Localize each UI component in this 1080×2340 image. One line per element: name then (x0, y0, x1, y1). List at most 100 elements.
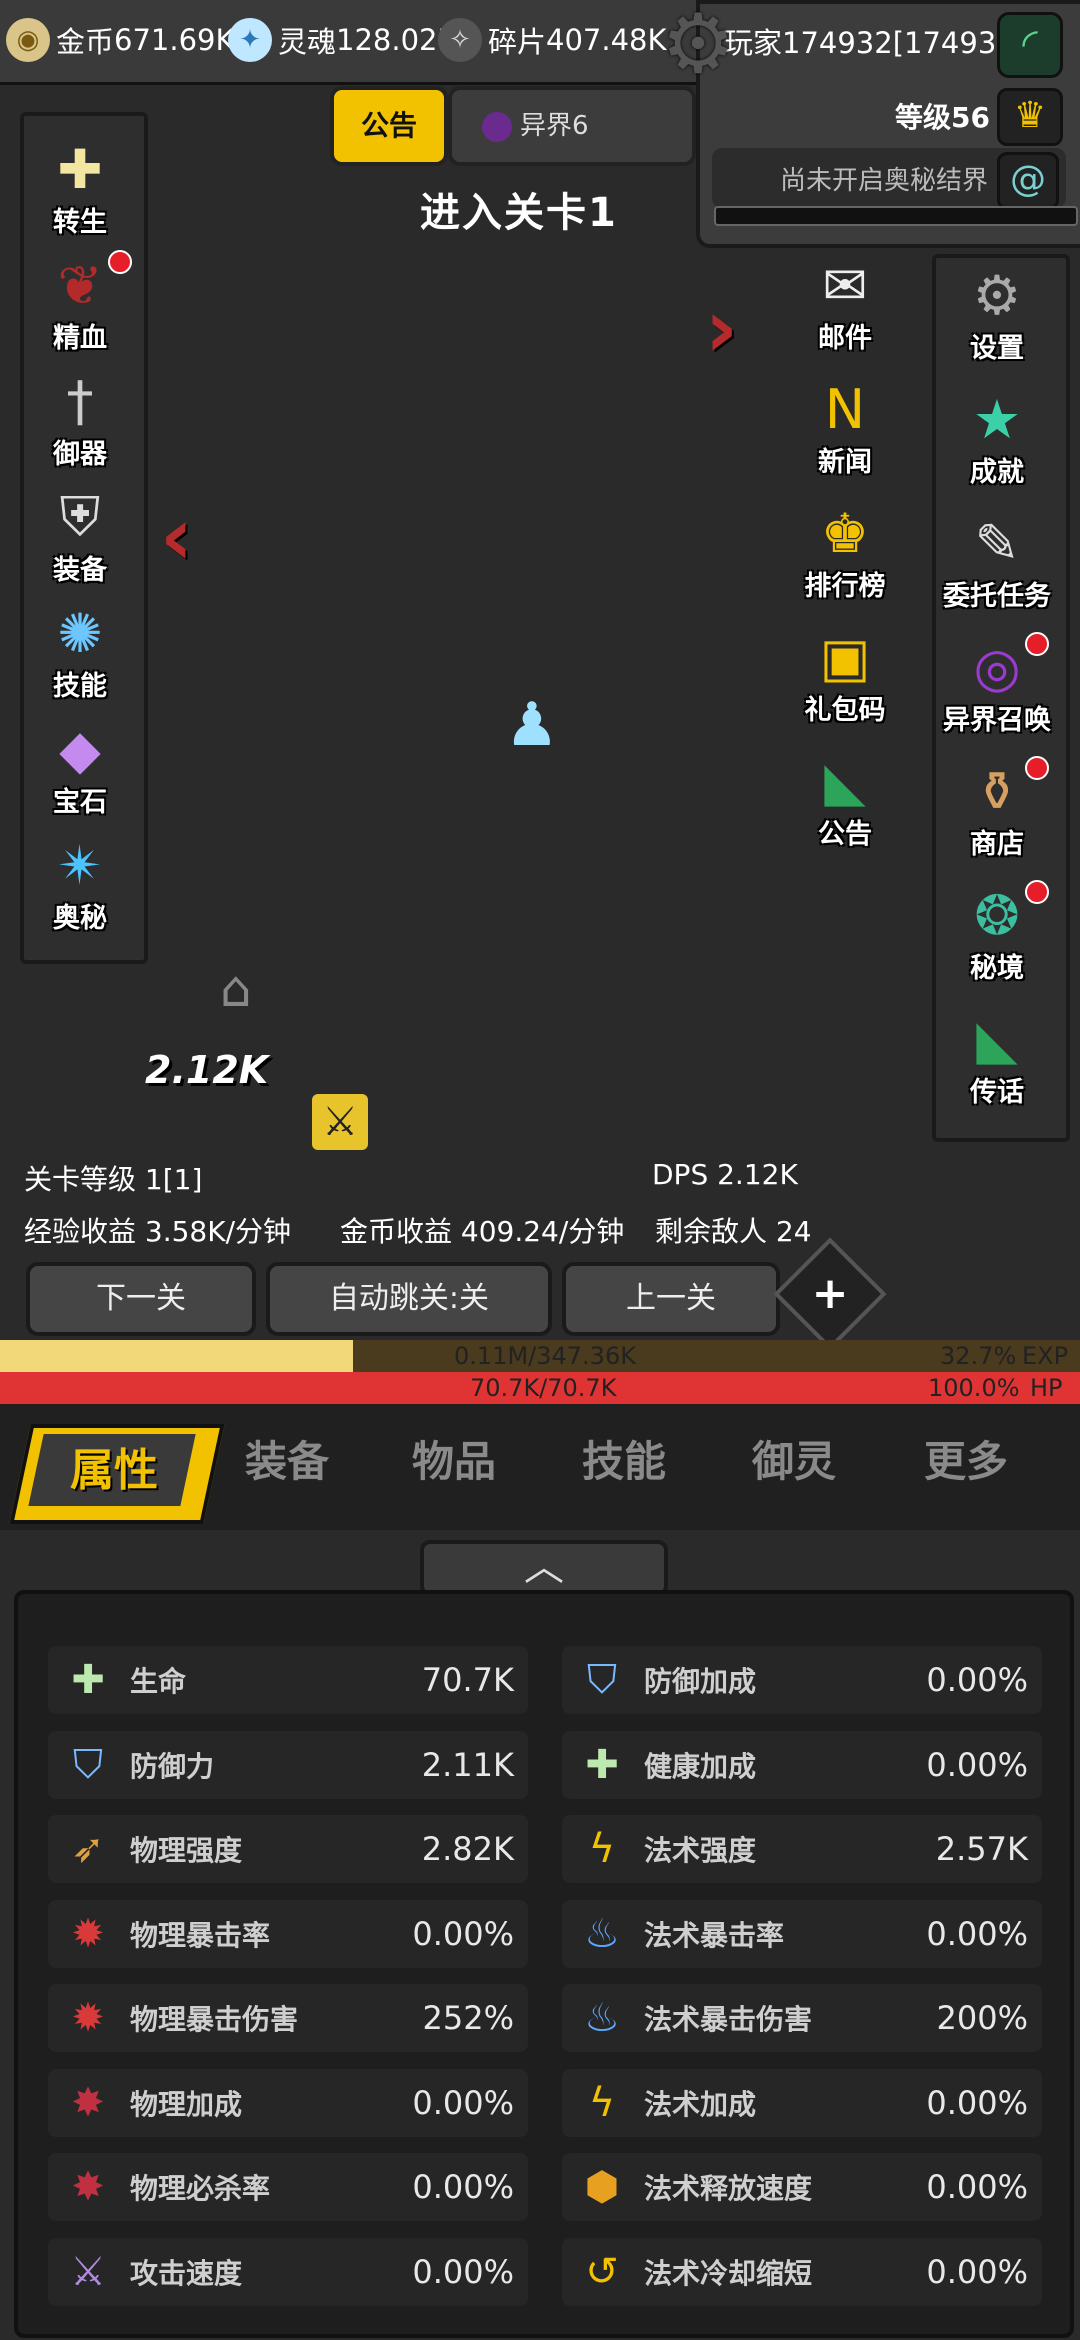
right_menu_a-item-3[interactable]: ▣ 礼包码 (785, 618, 905, 730)
attribute-name: 生命 (130, 1665, 187, 1698)
attribute-row[interactable]: ✹ 物理暴击伤害 252% (48, 1984, 528, 2052)
menu-label: 秘境 (970, 953, 1024, 984)
attribute-value: 2.82K (421, 1830, 514, 1868)
claw-icon: ➶ (71, 1826, 105, 1872)
gear-icon: ⚙ (972, 263, 1022, 327)
tab-skills[interactable]: 技能 (582, 1428, 666, 1489)
right_menu_b-item-3[interactable]: ◎ 异界召唤 (937, 628, 1057, 740)
arrow-right-icon[interactable]: › (705, 282, 738, 375)
tab-spirits[interactable]: 御灵 (752, 1428, 836, 1489)
tab-equipment[interactable]: 装备 (245, 1428, 329, 1489)
fragment-resource: ✧ 碎片 407.48K (438, 14, 667, 66)
attribute-name: 物理强度 (130, 1834, 243, 1867)
attribute-row[interactable]: ✹ 物理暴击率 0.00% (48, 1899, 528, 1968)
attribute-row[interactable]: ✸ 物理加成 0.00% (48, 2068, 528, 2137)
soul-resource: ✦ 灵魂 128.02K (228, 14, 457, 66)
menu-label: 公告 (818, 819, 872, 850)
notification-badge (108, 250, 132, 274)
attribute-value: 0.00% (412, 1914, 514, 1953)
prev-stage-button[interactable]: 上一关 (562, 1262, 780, 1336)
exp-label: EXP (1022, 1342, 1069, 1370)
right_menu_a-item-4[interactable]: ◣ 公告 (785, 742, 905, 854)
shield-icon: ⛉ (73, 1741, 103, 1788)
attribute-row[interactable]: ⚔ 攻击速度 0.00% (48, 2237, 528, 2306)
auto-skip-button[interactable]: 自动跳关:关 (266, 1262, 552, 1336)
collapse-button[interactable]: ︿ (420, 1540, 668, 1596)
right_menu_b-item-4[interactable]: ⚱ 商店 (937, 752, 1057, 864)
armor-icon: ⛨ (59, 485, 101, 548)
attribute-value: 0.00% (412, 2252, 514, 2291)
next-stage-button[interactable]: 下一关 (26, 1262, 256, 1336)
left_menu-item-3[interactable]: ⛨ 装备 (20, 478, 140, 590)
weapon-icon[interactable]: ⚔ (312, 1094, 368, 1150)
attribute-row[interactable]: ✚ 生命 70.7K (48, 1646, 528, 1714)
right_menu_b-item-6[interactable]: ◣ 传话 (937, 1000, 1057, 1112)
attribute-name: 法术冷却缩短 (644, 2256, 813, 2290)
menu-label: 御器 (53, 439, 107, 470)
gear-icon[interactable]: ⚙ (655, 2, 741, 88)
right_menu_a-item-2[interactable]: ♚ 排行榜 (785, 494, 905, 606)
menu-label: 设置 (970, 333, 1024, 364)
arrow-left-icon[interactable]: ‹ (160, 490, 193, 583)
attribute-name: 法术强度 (644, 1834, 757, 1867)
skill-icon: ✺ (57, 601, 103, 665)
left_menu-item-4[interactable]: ✺ 技能 (20, 594, 140, 706)
right_menu_b-item-0[interactable]: ⚙ 设置 (937, 256, 1057, 368)
player-name[interactable]: 玩家174932[174932] (724, 20, 1026, 62)
right_menu_b-item-5[interactable]: ❂ 秘境 (937, 876, 1057, 988)
news-icon: N (824, 377, 866, 441)
signal-icon[interactable]: ◜ (997, 12, 1063, 78)
attribute-value: 2.57K (935, 1830, 1028, 1868)
tab-more[interactable]: 更多 (924, 1428, 1008, 1489)
chevron-up-icon: ︿ (524, 1544, 564, 1590)
attribute-row[interactable]: ➶ 物理强度 2.82K (48, 1815, 528, 1883)
task-icon: ✎ (974, 511, 1020, 575)
attribute-row[interactable]: ✸ 物理必杀率 0.00% (48, 2153, 528, 2221)
left_menu-item-6[interactable]: ✴ 奥秘 (20, 826, 140, 938)
attribute-row[interactable]: ⛉ 防御加成 0.00% (562, 1646, 1042, 1714)
attribute-row[interactable]: ♨ 法术暴击伤害 200% (562, 1984, 1042, 2052)
stage-level: 关卡等级 1[1] (24, 1163, 203, 1196)
swirl-icon[interactable]: @ (997, 152, 1059, 210)
attribute-value: 0.00% (926, 2252, 1028, 2291)
attribute-row[interactable]: ↺ 法术冷却缩短 0.00% (562, 2237, 1042, 2306)
attribute-row[interactable]: ✚ 健康加成 0.00% (562, 1730, 1042, 1799)
rift-tab[interactable]: 异界6 (448, 86, 696, 166)
player-level: 等级56 (895, 101, 990, 134)
menu-label: 邮件 (818, 323, 872, 354)
cross-icon: ✚ (585, 1741, 619, 1788)
tab-items[interactable]: 物品 (412, 1428, 496, 1489)
right_menu_a-item-0[interactable]: ✉ 邮件 (785, 246, 905, 358)
attribute-row[interactable]: ⬢ 法术释放速度 0.00% (562, 2153, 1042, 2221)
announcement-tab[interactable]: 公告 (330, 86, 448, 166)
menu-label: 精血 (53, 323, 107, 354)
portal-icon (482, 111, 512, 142)
attribute-row[interactable]: ⛉ 防御力 2.11K (48, 1730, 528, 1799)
attribute-value: 0.00% (926, 2168, 1028, 2206)
attribute-row[interactable]: ϟ 法术强度 2.57K (562, 1815, 1042, 1883)
right_menu_a-item-1[interactable]: N 新闻 (785, 370, 905, 482)
tab-attributes-label[interactable]: 属性 (70, 1434, 158, 1498)
right_menu_b-item-2[interactable]: ✎ 委托任务 (937, 504, 1057, 616)
attribute-value: 252% (422, 1999, 514, 2037)
attribute-value: 0.00% (926, 1914, 1028, 1953)
menu-label: 装备 (53, 555, 107, 586)
gold-coin-icon: ◉ (6, 18, 50, 62)
left_menu-item-1[interactable]: ❦ 精血 (20, 246, 140, 358)
crown-icon[interactable]: ♛ (997, 88, 1063, 146)
sword-icon: † (66, 369, 94, 433)
attribute-row[interactable]: ♨ 法术暴击率 0.00% (562, 1899, 1042, 1968)
plus-icon: + (811, 1268, 849, 1319)
left_menu-item-5[interactable]: ◆ 宝石 (20, 710, 140, 822)
exp-rate: 经验收益 3.58K/分钟 (24, 1215, 292, 1248)
left_menu-item-2[interactable]: † 御器 (20, 362, 140, 474)
soul-icon: ✦ (228, 18, 272, 62)
hp-text: 70.7K/70.7K (470, 1374, 617, 1402)
left_menu-item-0[interactable]: ✚ 转生 (20, 130, 140, 242)
right_menu_b-item-1[interactable]: ★ 成就 (937, 380, 1057, 492)
horn-icon: ◣ (824, 749, 866, 813)
gem-icon: ◆ (59, 717, 101, 781)
attribute-value: 0.00% (926, 1661, 1028, 1699)
attribute-row[interactable]: ϟ 法术加成 0.00% (562, 2068, 1042, 2137)
menu-label: 技能 (53, 671, 107, 702)
